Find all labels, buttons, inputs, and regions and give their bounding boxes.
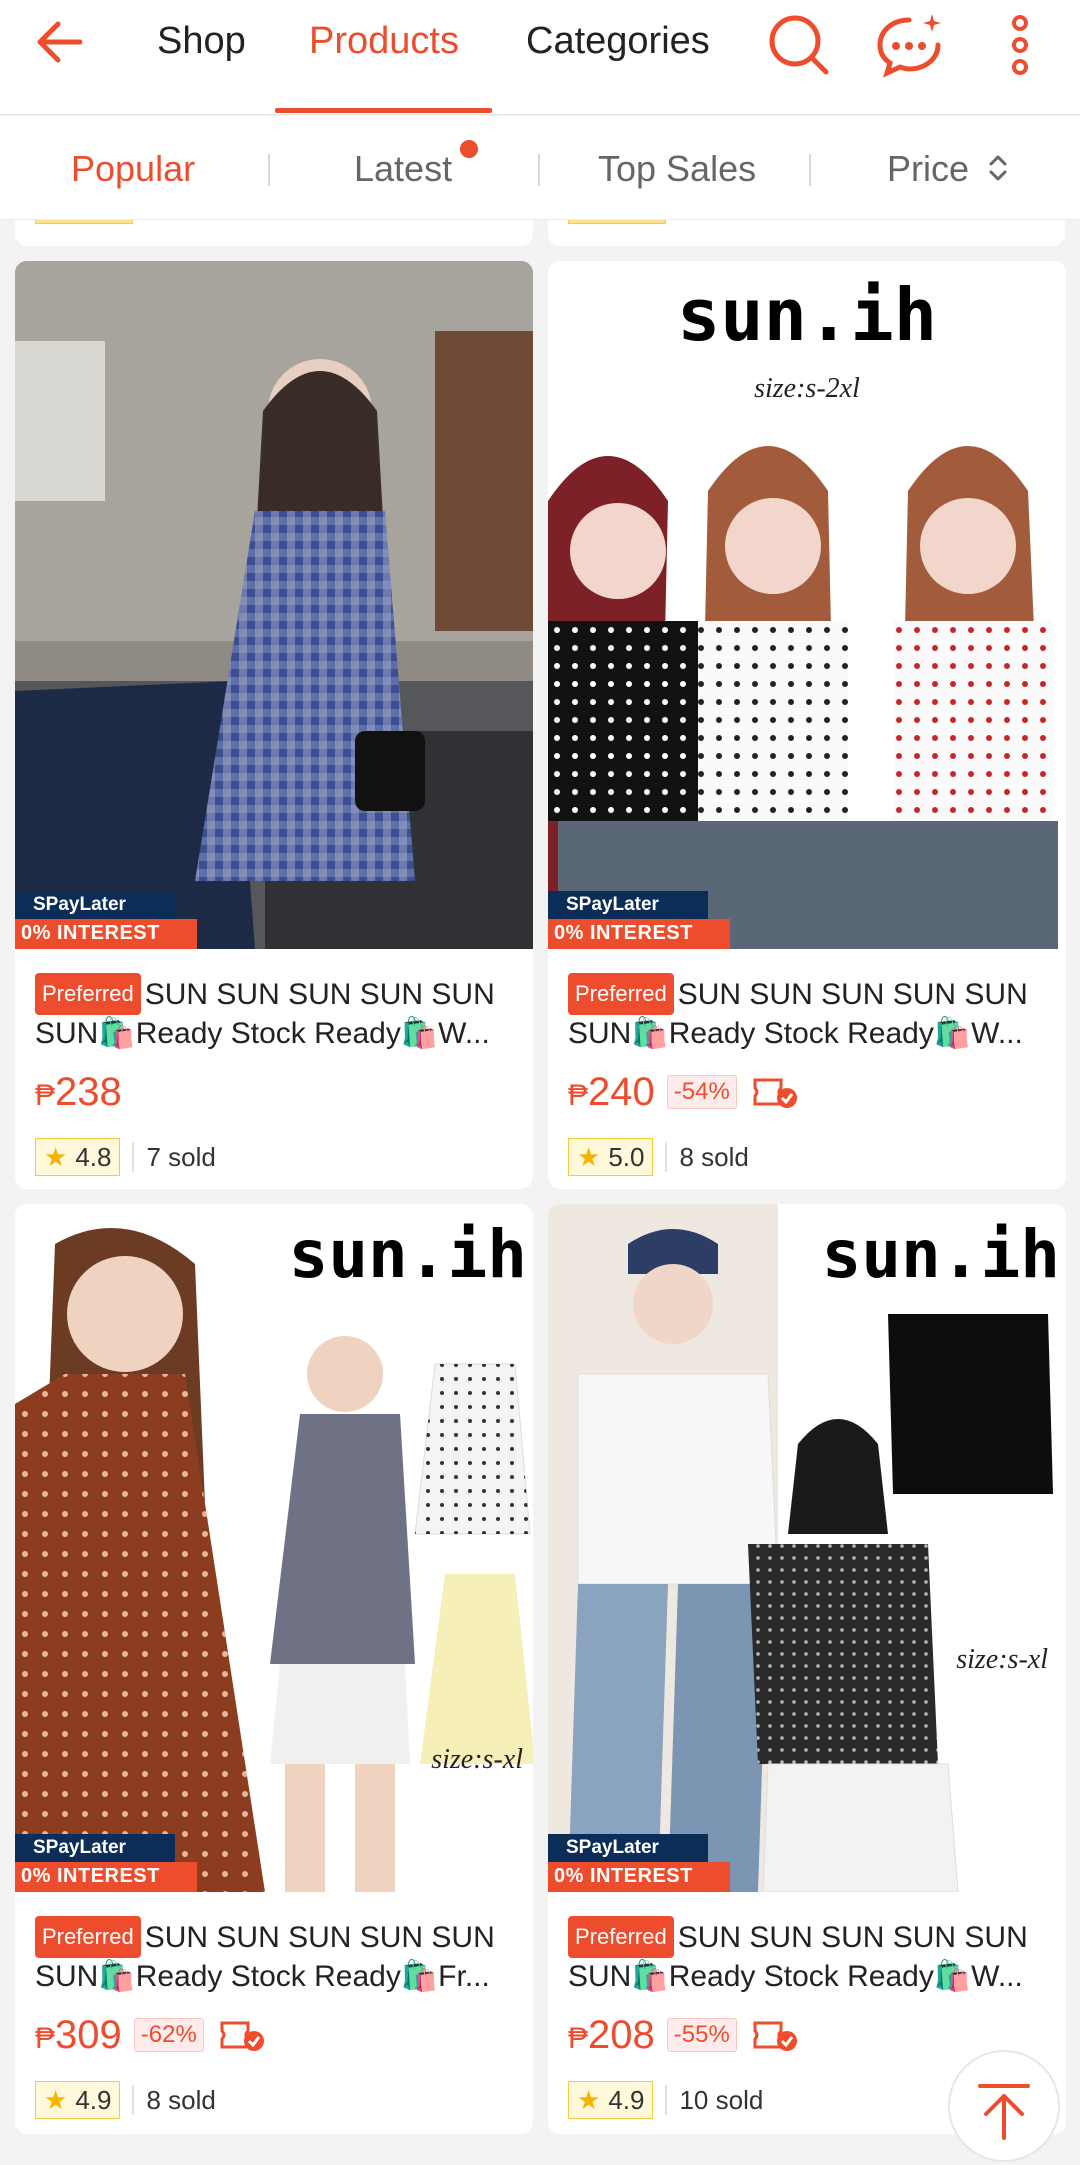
new-indicator-dot	[460, 140, 478, 158]
arrow-up-icon	[978, 2084, 1030, 2140]
sold-count: 8 sold	[146, 2084, 216, 2115]
sort-latest[interactable]: Latest	[354, 148, 452, 190]
tab-products[interactable]: Products	[309, 20, 459, 70]
product-image: sun.ih size:s-2xl SPayLater 0% INTEREST	[548, 261, 1066, 949]
card-remnant	[548, 220, 1065, 246]
product-price: ₱309	[35, 2012, 122, 2057]
voucher-icon	[753, 1078, 797, 1108]
product-price: ₱240	[568, 1069, 655, 1114]
star-icon: ★	[577, 2084, 601, 2115]
rating-badge: ★ 4.9	[35, 2081, 121, 2119]
star-icon: ★	[44, 2084, 68, 2115]
more-options-icon[interactable]	[985, 10, 1055, 80]
rating-badge: ★ 4.8	[35, 1138, 121, 1176]
star-icon: ★	[44, 1141, 68, 1172]
product-image: SPayLater 0% INTEREST	[15, 261, 533, 949]
preferred-badge: Preferred	[35, 1916, 141, 1958]
rating-badge: ★ 5.0	[568, 1138, 654, 1176]
sold-count: 10 sold	[679, 2084, 764, 2115]
card-remnant	[15, 220, 533, 246]
sold-count: 8 sold	[679, 1141, 749, 1172]
size-label: size:s-2xl	[754, 373, 860, 404]
size-label: size:s-xl	[431, 1744, 523, 1775]
product-title: Preferred SUN SUN SUN SUN SUN SUN🛍️Ready …	[568, 973, 1046, 1051]
discount-badge: -62%	[133, 2018, 204, 2052]
size-label: size:s-xl	[956, 1644, 1048, 1675]
rating-badge: ★ 4.9	[568, 2081, 654, 2119]
tab-shop[interactable]: Shop	[157, 20, 246, 70]
product-card[interactable]: sun.ih size:s-2xl SPayLater 0% INTEREST …	[548, 261, 1066, 1189]
sort-price[interactable]: Price	[887, 148, 1011, 190]
preferred-badge: Preferred	[568, 973, 674, 1015]
product-card[interactable]: sun.ih size:s-xl SPayLater 0% INTEREST P…	[15, 1204, 533, 2134]
sort-popular[interactable]: Popular	[71, 148, 195, 190]
product-price: ₱238	[35, 1069, 122, 1114]
preferred-badge: Preferred	[35, 973, 141, 1015]
sort-top-sales[interactable]: Top Sales	[598, 148, 756, 190]
product-card[interactable]: SPayLater 0% INTEREST Preferred SUN SUN S…	[15, 261, 533, 1189]
discount-badge: -55%	[666, 2018, 737, 2052]
brand-watermark: sun.ih	[821, 1216, 1060, 1293]
sold-count: 7 sold	[146, 1141, 216, 1172]
divider	[809, 154, 811, 186]
voucher-icon	[753, 2021, 797, 2051]
voucher-icon	[220, 2021, 264, 2051]
product-price: ₱208	[568, 2012, 655, 2057]
product-card[interactable]: sun.ih size:s-xl SPayLater 0% INTEREST P…	[548, 1204, 1066, 2134]
sort-bar: Popular Latest Top Sales Price	[0, 116, 1080, 220]
brand-watermark: sun.ih	[676, 273, 938, 357]
divider	[538, 154, 540, 186]
spaylater-badge: SPayLater 0% INTEREST	[548, 1834, 730, 1892]
star-icon: ★	[577, 1141, 601, 1172]
active-tab-indicator	[275, 108, 492, 113]
sort-price-label: Price	[887, 148, 970, 189]
spaylater-badge: SPayLater 0% INTEREST	[15, 891, 197, 949]
sort-arrows-icon	[989, 155, 1007, 181]
search-icon[interactable]	[764, 10, 834, 80]
brand-watermark: sun.ih	[288, 1216, 527, 1293]
product-image: sun.ih size:s-xl SPayLater 0% INTEREST	[15, 1204, 533, 1892]
product-title: Preferred SUN SUN SUN SUN SUN SUN🛍️Ready …	[568, 1916, 1046, 1994]
divider	[268, 154, 270, 186]
product-image: sun.ih size:s-xl SPayLater 0% INTEREST	[548, 1204, 1066, 1892]
discount-badge: -54%	[666, 1075, 737, 1109]
scroll-to-top-button[interactable]	[948, 2050, 1060, 2162]
tab-categories[interactable]: Categories	[526, 20, 710, 70]
product-title: Preferred SUN SUN SUN SUN SUN SUN🛍️Ready …	[35, 1916, 513, 1994]
chat-icon[interactable]	[874, 10, 944, 80]
spaylater-badge: SPayLater 0% INTEREST	[15, 1834, 197, 1892]
top-navigation-bar: Shop Products Categories	[0, 0, 1080, 115]
preferred-badge: Preferred	[568, 1916, 674, 1958]
product-title: Preferred SUN SUN SUN SUN SUN SUN🛍️Ready …	[35, 973, 513, 1051]
back-arrow-icon[interactable]	[30, 12, 94, 76]
spaylater-badge: SPayLater 0% INTEREST	[548, 891, 730, 949]
